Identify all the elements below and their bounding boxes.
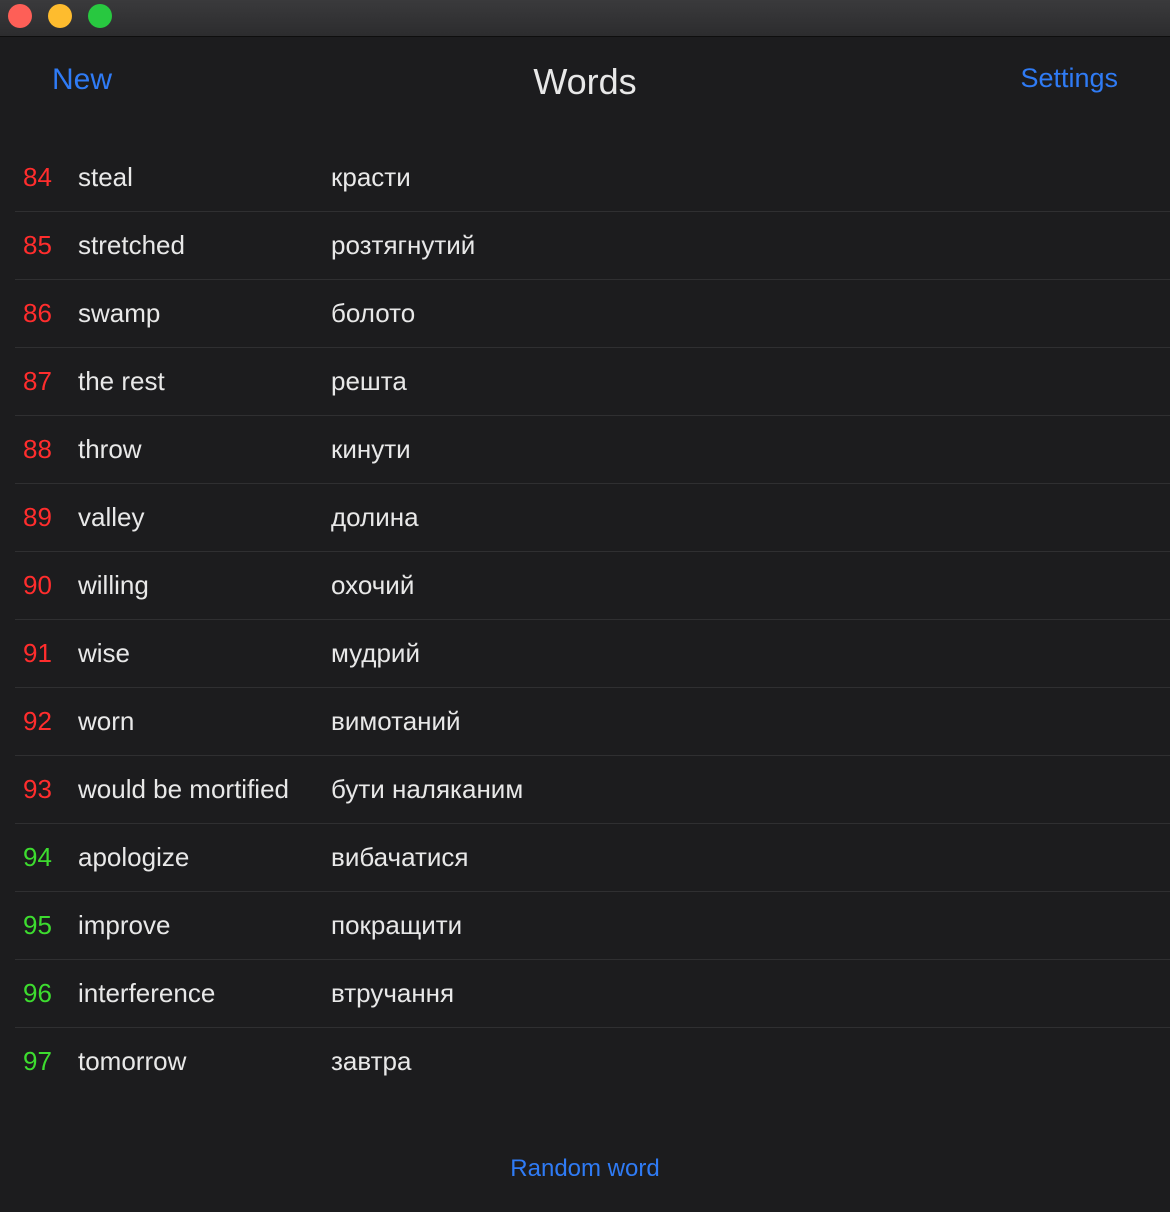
list-item[interactable]: 89 valley долина xyxy=(15,484,1170,552)
word-text: worn xyxy=(78,706,135,736)
word-number: 95 xyxy=(23,910,52,940)
word-number: 91 xyxy=(23,638,52,668)
word-text: the rest xyxy=(78,366,165,396)
list-item[interactable]: 84 steal красти xyxy=(15,144,1170,212)
list-item[interactable]: 97 tomorrow завтра xyxy=(15,1028,1170,1095)
word-text: stretched xyxy=(78,230,185,260)
list-item[interactable]: 90 willing охочий xyxy=(15,552,1170,620)
list-item[interactable]: 85 stretched розтягнутий xyxy=(15,212,1170,280)
close-window-button[interactable] xyxy=(8,4,32,28)
word-translation: болото xyxy=(331,298,416,328)
word-number: 89 xyxy=(23,502,52,532)
list-item[interactable]: 87 the rest решта xyxy=(15,348,1170,416)
word-translation: бути наляканим xyxy=(331,774,524,804)
word-number: 90 xyxy=(23,570,52,600)
word-number: 87 xyxy=(23,366,52,396)
word-text: valley xyxy=(78,502,145,532)
word-text: steal xyxy=(78,162,133,192)
word-translation: вибачатися xyxy=(331,842,469,872)
word-translation: розтягнутий xyxy=(331,230,476,260)
word-number: 93 xyxy=(23,774,52,804)
word-number: 88 xyxy=(23,434,52,464)
word-translation: завтра xyxy=(331,1046,412,1076)
list-item[interactable]: 94 apologize вибачатися xyxy=(15,824,1170,892)
list-item[interactable]: 86 swamp болото xyxy=(15,280,1170,348)
word-translation: охочий xyxy=(331,570,415,600)
word-text: willing xyxy=(78,570,149,600)
word-text: improve xyxy=(78,910,171,940)
word-translation: вимотаний xyxy=(331,706,461,736)
list-item[interactable]: 92 worn вимотаний xyxy=(15,688,1170,756)
word-translation: красти xyxy=(331,162,411,192)
navigation-bar: New Words Settings xyxy=(0,37,1170,127)
word-text: tomorrow xyxy=(78,1046,187,1076)
list-item[interactable]: 93 would be mortified бути наляканим xyxy=(15,756,1170,824)
word-text: wise xyxy=(78,638,131,668)
word-list: 84 steal красти 85 stretched розтягнутий 86 swa… xyxy=(15,144,1170,1095)
word-text: swamp xyxy=(78,298,161,328)
page-title: Words xyxy=(533,61,637,102)
word-number: 84 xyxy=(23,162,52,192)
word-translation: мудрий xyxy=(331,638,420,668)
window-titlebar xyxy=(0,0,1170,37)
word-number: 92 xyxy=(23,706,52,736)
word-translation: долина xyxy=(331,502,419,532)
word-text: would be mortified xyxy=(78,774,289,804)
list-item[interactable]: 95 improve покращити xyxy=(15,892,1170,960)
word-translation: втручання xyxy=(331,978,455,1008)
word-translation: покращити xyxy=(331,910,463,940)
random-word-button[interactable]: Random word xyxy=(0,1155,1170,1183)
maximize-window-button[interactable] xyxy=(88,4,112,28)
list-item[interactable]: 91 wise мудрий xyxy=(15,620,1170,688)
word-number: 94 xyxy=(23,842,52,872)
list-item[interactable]: 88 throw кинути xyxy=(15,416,1170,484)
word-translation: решта xyxy=(331,366,407,396)
word-text: apologize xyxy=(78,842,190,872)
word-number: 96 xyxy=(23,978,52,1008)
minimize-window-button[interactable] xyxy=(48,4,72,28)
settings-button[interactable]: Settings xyxy=(1020,63,1118,94)
word-translation: кинути xyxy=(331,434,411,464)
word-number: 85 xyxy=(23,230,52,260)
word-number: 97 xyxy=(23,1046,52,1076)
word-text: interference xyxy=(78,978,216,1008)
word-text: throw xyxy=(78,434,142,464)
list-item[interactable]: 96 interference втручання xyxy=(15,960,1170,1028)
word-number: 86 xyxy=(23,298,52,328)
